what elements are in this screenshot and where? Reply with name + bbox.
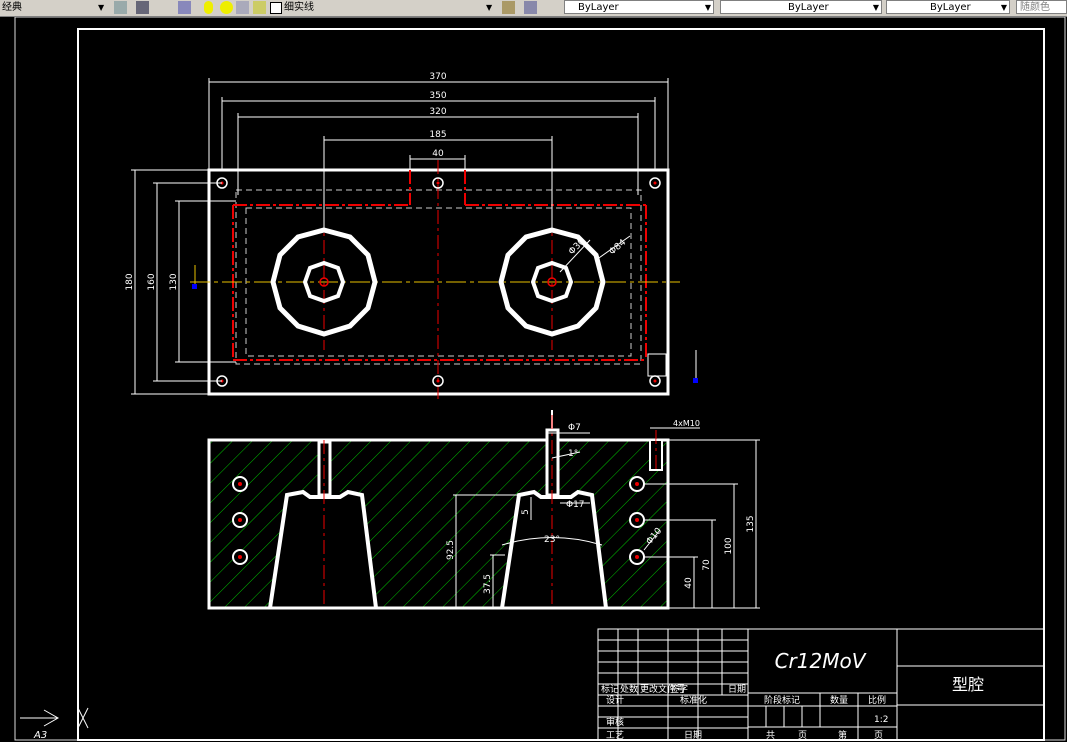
settings-icon[interactable] (114, 1, 127, 14)
tb-mark: 标记 (601, 683, 619, 695)
dim-370: 370 (429, 72, 446, 82)
tb-date2: 日期 (684, 730, 702, 741)
dim-d7: Φ7 (568, 423, 581, 433)
linetype-combo[interactable]: ByLayer ▼ (720, 0, 882, 14)
part-name: 型腔 (952, 675, 984, 694)
dim-d84: Φ84 (608, 238, 629, 258)
sheet-size: A3 (33, 730, 47, 741)
workspace-dropdown-arrow[interactable]: ▼ (98, 0, 104, 15)
dim-4xm10: 4xM10 (673, 419, 700, 428)
tb-stage: 阶段标记 (764, 694, 800, 706)
layer-color-swatch (270, 2, 282, 14)
drawing-canvas[interactable]: 370 350 320 185 40 180 160 130 Φ30 Φ84 Φ… (0, 17, 1067, 742)
color-combo-arrow: ▼ (704, 3, 711, 12)
toolbar: 经典 ▼ 细实线 ▼ ByLayer ▼ ByLayer ▼ ByLayer ▼ 随颜… (0, 0, 1067, 17)
tb-scale-value: 1:2 (874, 715, 888, 725)
dim-130: 130 (169, 273, 179, 290)
section-view: Φ7 4xM10 1° Φ17 5 23° 92.5 37.5 Φ10 135 … (207, 410, 760, 610)
tb-count: 处数 (620, 683, 638, 695)
dim-40: 40 (432, 149, 444, 159)
color-combo[interactable]: ByLayer ▼ (564, 0, 714, 14)
material: Cr12MoV (775, 649, 867, 673)
plotstyle-combo[interactable]: 随颜色 (1016, 0, 1067, 14)
lineweight-combo-arrow: ▼ (1000, 3, 1007, 12)
tb-total: 共 (766, 730, 775, 741)
dim-100: 100 (724, 537, 734, 554)
lineweight-combo-value: ByLayer (930, 2, 971, 13)
layer-manager-icon[interactable] (178, 1, 191, 14)
layer-dropdown-arrow[interactable]: ▼ (486, 0, 492, 15)
section-hatch (209, 440, 668, 608)
tb-review: 审核 (606, 716, 624, 728)
sheet-frame (77, 28, 1045, 741)
lineweight-combo[interactable]: ByLayer ▼ (886, 0, 1010, 14)
dim-40-sec: 40 (684, 577, 694, 589)
dim-23deg: 23° (544, 535, 560, 545)
tb-weight: 数量 (830, 694, 848, 706)
tb-sheet-unit2: 页 (874, 730, 883, 741)
dim-92-5: 92.5 (446, 540, 456, 560)
dim-350: 350 (429, 91, 446, 101)
tb-designer: 设计 (606, 694, 624, 706)
top-view: 370 350 320 185 40 180 160 130 Φ30 Φ84 (125, 72, 698, 400)
dim-37-5: 37.5 (483, 574, 493, 594)
layer-lock2-icon[interactable] (253, 1, 266, 14)
tb-process: 工艺 (606, 730, 624, 741)
layer-lock-icon[interactable] (236, 1, 249, 14)
workspace-icon[interactable] (136, 1, 149, 14)
tb-sheet: 第 (838, 729, 847, 741)
tb-date: 日期 (728, 684, 746, 695)
linetype-combo-value: ByLayer (788, 2, 829, 13)
layer-on-icon[interactable] (204, 1, 213, 14)
tb-standardize: 标准化 (680, 694, 707, 706)
dim-70: 70 (702, 559, 712, 571)
dim-1deg: 1° (568, 449, 578, 459)
dim-135: 135 (746, 515, 756, 532)
dim-160: 160 (147, 273, 157, 290)
tb-sheet-unit: 页 (798, 730, 807, 741)
plotstyle-combo-value: 随颜色 (1020, 2, 1050, 13)
layer-freeze-icon[interactable] (220, 1, 233, 14)
color-combo-value: ByLayer (578, 2, 619, 13)
left-cavity-section (268, 489, 378, 609)
layer-name[interactable]: 细实线 (284, 0, 314, 15)
right-cavity-section (500, 489, 608, 609)
tb-scale: 比例 (868, 694, 886, 706)
dim-180: 180 (125, 273, 135, 290)
dim-d17: Φ17 (566, 500, 585, 510)
dim-320: 320 (429, 107, 446, 117)
dim-185: 185 (429, 130, 446, 140)
sheet-outer-border (14, 17, 1066, 741)
linetype-combo-arrow: ▼ (872, 3, 879, 12)
dim-5: 5 (521, 509, 531, 515)
make-current-icon[interactable] (502, 1, 515, 14)
layer-previous-icon[interactable] (524, 1, 537, 14)
tb-sign: 签字 (670, 683, 688, 695)
workspace-label: 经典 (2, 2, 22, 13)
